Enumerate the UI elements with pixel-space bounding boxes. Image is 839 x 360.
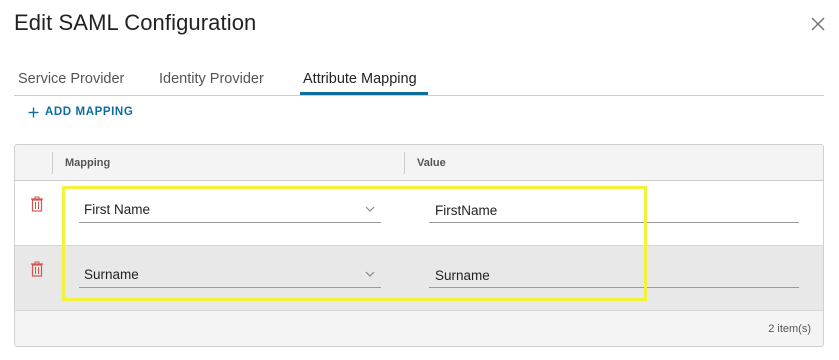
attribute-mapping-grid: Mapping Value First Name FirstName Surna…	[14, 144, 824, 347]
tab-identity-provider[interactable]: Identity Provider	[159, 71, 264, 87]
trash-icon[interactable]	[30, 196, 44, 212]
add-mapping-button[interactable]: ADD MAPPING	[28, 106, 133, 118]
column-header-value: Value	[417, 157, 446, 169]
trash-icon[interactable]	[30, 261, 44, 277]
table-row: Surname	[15, 246, 823, 311]
column-separator[interactable]	[404, 152, 405, 174]
grid-header: Mapping Value	[15, 145, 823, 181]
column-separator	[52, 152, 53, 174]
add-mapping-label: ADD MAPPING	[45, 106, 134, 118]
active-tab-indicator	[300, 92, 428, 95]
mapping-select-value: Surname	[84, 267, 139, 282]
item-count: 2 item(s)	[768, 323, 811, 335]
plus-icon	[28, 107, 39, 117]
mapping-select[interactable]: Surname	[79, 262, 381, 288]
grid-footer: 2 item(s)	[15, 311, 823, 346]
tab-service-provider[interactable]: Service Provider	[18, 71, 124, 87]
dialog-title: Edit SAML Configuration	[14, 10, 257, 35]
tab-bar: Service Provider Identity Provider Attri…	[14, 62, 824, 96]
close-icon[interactable]	[808, 14, 828, 34]
mapping-select-value: First Name	[84, 202, 151, 217]
value-input[interactable]	[429, 197, 799, 223]
tab-attribute-mapping[interactable]: Attribute Mapping	[303, 71, 417, 87]
chevron-down-icon	[365, 206, 375, 212]
column-header-mapping: Mapping	[65, 157, 111, 169]
value-input[interactable]	[429, 262, 799, 288]
mapping-select[interactable]: First Name	[79, 197, 381, 223]
chevron-down-icon	[365, 271, 375, 277]
table-row: First Name	[15, 181, 823, 246]
